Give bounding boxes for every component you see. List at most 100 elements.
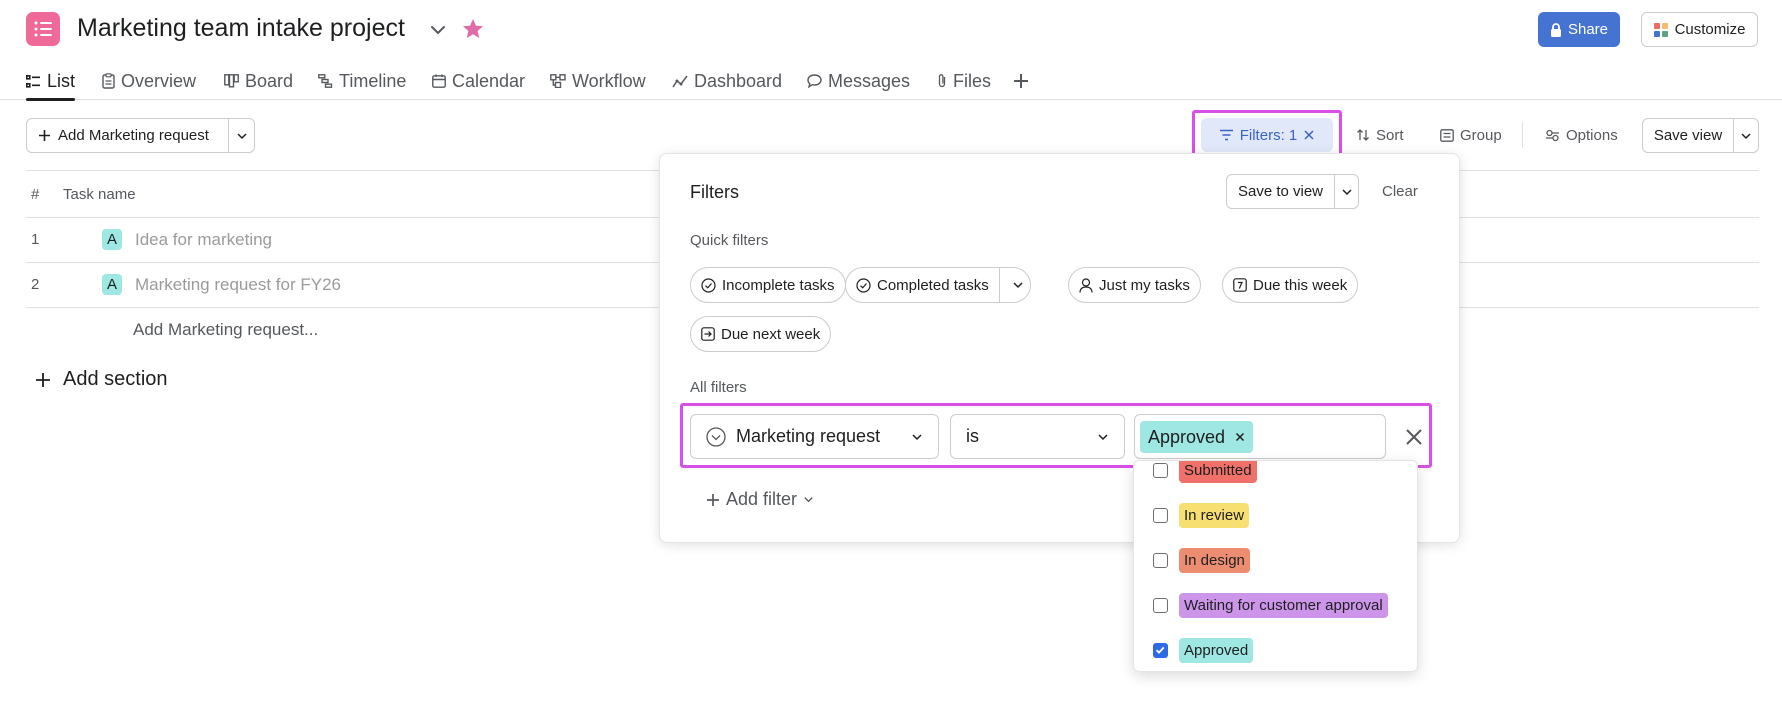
quick-filter-just-my-tasks[interactable]: Just my tasks xyxy=(1068,267,1201,303)
customize-button[interactable]: Customize xyxy=(1641,12,1758,47)
options-label: Options xyxy=(1566,126,1618,144)
chevron-down-icon xyxy=(804,497,813,503)
group-label: Group xyxy=(1460,126,1502,144)
add-tab-button[interactable] xyxy=(1012,64,1030,98)
selected-value-tag: Approved xyxy=(1140,421,1254,453)
clear-filters-button[interactable]: Clear xyxy=(1382,183,1418,200)
share-button[interactable]: Share xyxy=(1538,12,1620,47)
task-name[interactable]: Marketing request for FY26 xyxy=(135,275,341,295)
tab-label: Files xyxy=(953,70,992,91)
filter-operator-label: is xyxy=(966,426,979,446)
quick-filter-due-next-week[interactable]: Due next week xyxy=(690,316,832,352)
option-label: Approved xyxy=(1179,638,1254,663)
close-icon[interactable] xyxy=(1235,432,1245,442)
close-icon[interactable] xyxy=(1303,129,1315,141)
chevron-down-icon xyxy=(1341,188,1352,195)
option-waiting-for-customer-approval[interactable]: Waiting for customer approval xyxy=(1134,583,1417,628)
save-view-button[interactable]: Save view xyxy=(1643,119,1734,152)
chevron-down-icon xyxy=(1013,282,1023,289)
chip-label: Incomplete tasks xyxy=(722,276,835,294)
star-icon[interactable] xyxy=(461,17,485,41)
sort-label: Sort xyxy=(1376,126,1404,144)
option-label: Waiting for customer approval xyxy=(1179,593,1388,618)
add-task-label: Add Marketing request... xyxy=(133,320,319,339)
filter-value-input[interactable]: Approved xyxy=(1134,414,1386,459)
save-to-view-dropdown[interactable] xyxy=(1335,186,1358,198)
sort-button[interactable]: Sort xyxy=(1356,118,1404,152)
tab-list[interactable]: List xyxy=(26,64,76,101)
project-list-icon[interactable] xyxy=(26,12,60,46)
filter-field-select[interactable]: Marketing request xyxy=(690,414,939,459)
tab-label: Calendar xyxy=(452,70,526,91)
status-options-dropdown: Submitted In review In design Waiting fo… xyxy=(1133,460,1418,672)
save-view-dropdown[interactable] xyxy=(1734,130,1758,142)
chevron-down-icon[interactable] xyxy=(427,19,449,41)
tab-label: Overview xyxy=(121,70,197,91)
paperclip-icon xyxy=(938,74,946,88)
save-to-view-button[interactable]: Save to view xyxy=(1227,175,1335,208)
tab-overview[interactable]: Overview xyxy=(102,64,196,98)
approval-status-icon: A xyxy=(102,229,122,250)
checkbox[interactable] xyxy=(1153,598,1168,613)
add-request-dropdown[interactable] xyxy=(229,119,254,152)
filters-panel-title: Filters xyxy=(690,182,739,202)
group-button[interactable]: Group xyxy=(1440,118,1502,152)
filter-icon xyxy=(1219,129,1233,141)
option-label: Submitted xyxy=(1179,461,1257,483)
dashboard-icon xyxy=(672,75,688,88)
checkbox-checked[interactable] xyxy=(1153,643,1168,658)
workflow-icon xyxy=(550,74,566,88)
project-header: Marketing team intake project Share Cust… xyxy=(0,0,1782,60)
tab-label: Workflow xyxy=(572,70,646,91)
completed-tasks-dropdown[interactable] xyxy=(1006,279,1030,291)
tab-files[interactable]: Files xyxy=(937,64,991,98)
add-request-button-group: Add Marketing request xyxy=(26,118,255,153)
project-title[interactable]: Marketing team intake project xyxy=(77,14,405,43)
check-circle-icon xyxy=(856,277,871,293)
plus-icon xyxy=(1014,74,1028,88)
chip-label: Completed tasks xyxy=(877,276,989,294)
share-label: Share xyxy=(1567,21,1609,38)
column-header-task-name[interactable]: Task name xyxy=(63,186,136,203)
quick-filter-incomplete-tasks[interactable]: Incomplete tasks xyxy=(690,267,846,303)
customize-label: Customize xyxy=(1674,21,1746,38)
checkbox[interactable] xyxy=(1153,553,1168,568)
checkbox[interactable] xyxy=(1153,508,1168,523)
group-icon xyxy=(1440,128,1454,142)
tab-label: Timeline xyxy=(339,70,407,91)
tab-board[interactable]: Board xyxy=(224,64,293,98)
tab-workflow[interactable]: Workflow xyxy=(550,64,646,98)
filters-button[interactable]: Filters: 1 xyxy=(1201,118,1333,152)
chip-label: Due next week xyxy=(721,325,821,343)
tab-messages[interactable]: Messages xyxy=(807,64,910,98)
add-filter-button[interactable]: Add filter xyxy=(706,489,814,510)
chip-label: Due this week xyxy=(1253,276,1348,294)
list-icon xyxy=(26,74,40,88)
tab-label: Dashboard xyxy=(694,70,783,91)
add-section-label: Add section xyxy=(63,368,168,390)
quick-filter-due-this-week[interactable]: Due this week xyxy=(1222,267,1359,303)
option-in-design[interactable]: In design xyxy=(1134,538,1417,583)
custom-field-icon xyxy=(706,426,726,447)
task-name[interactable]: Idea for marketing xyxy=(135,230,272,250)
checkbox[interactable] xyxy=(1153,463,1168,478)
checkmark-icon xyxy=(1155,646,1165,654)
add-section-button[interactable]: Add section xyxy=(34,368,168,391)
remove-filter-icon[interactable] xyxy=(1402,425,1426,449)
plus-icon xyxy=(39,130,50,141)
tab-timeline[interactable]: Timeline xyxy=(318,64,406,98)
options-button[interactable]: Options xyxy=(1545,118,1618,152)
quick-filter-completed-tasks[interactable]: Completed tasks xyxy=(845,267,1031,303)
customize-grid-icon xyxy=(1653,22,1668,37)
option-in-review[interactable]: In review xyxy=(1134,493,1417,538)
tab-dashboard[interactable]: Dashboard xyxy=(672,64,782,98)
tab-calendar[interactable]: Calendar xyxy=(432,64,525,98)
all-filters-label: All filters xyxy=(690,379,747,396)
add-request-button[interactable]: Add Marketing request xyxy=(27,119,229,152)
option-submitted[interactable]: Submitted xyxy=(1134,461,1417,493)
option-label: In review xyxy=(1179,503,1250,528)
option-approved[interactable]: Approved xyxy=(1134,628,1417,671)
filters-label: Filters: 1 xyxy=(1239,126,1298,144)
add-request-label: Add Marketing request xyxy=(58,127,209,144)
filter-operator-select[interactable]: is xyxy=(950,414,1125,459)
